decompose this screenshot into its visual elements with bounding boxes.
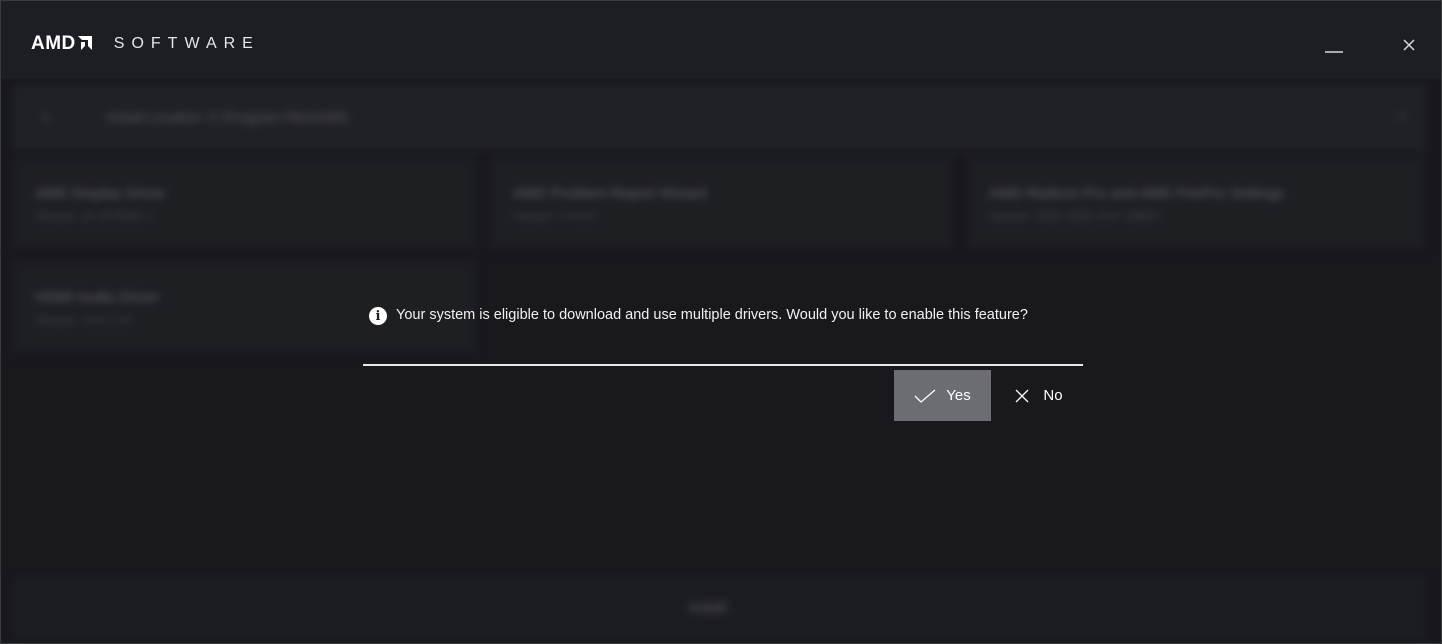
dim-overlay — [1, 79, 1441, 643]
no-button[interactable]: No — [1003, 370, 1075, 421]
prompt-divider — [363, 364, 1083, 366]
no-label: No — [1043, 387, 1063, 404]
minimize-button[interactable] — [1314, 25, 1354, 65]
brand-name: AMD — [31, 33, 76, 54]
multi-driver-prompt: i Your system is eligible to download an… — [363, 297, 1083, 421]
product-name: SOFTWARE — [113, 35, 260, 52]
yes-label: Yes — [946, 387, 971, 404]
prompt-message: Your system is eligible to download and … — [396, 307, 1028, 323]
amd-software-window: ‹ Install Location: C:\Program Files\AMD… — [0, 0, 1442, 644]
app-logo: AMD SOFTWARE — [31, 33, 260, 55]
yes-button[interactable]: Yes — [894, 370, 991, 421]
close-button[interactable] — [1389, 25, 1429, 65]
minimize-icon — [1325, 51, 1343, 53]
title-bar: AMD SOFTWARE — [1, 1, 1441, 79]
amd-arrow-icon — [77, 36, 92, 50]
close-icon — [1015, 389, 1029, 402]
info-icon: i — [369, 307, 387, 325]
close-icon — [1403, 39, 1415, 51]
checkmark-icon — [914, 389, 936, 403]
